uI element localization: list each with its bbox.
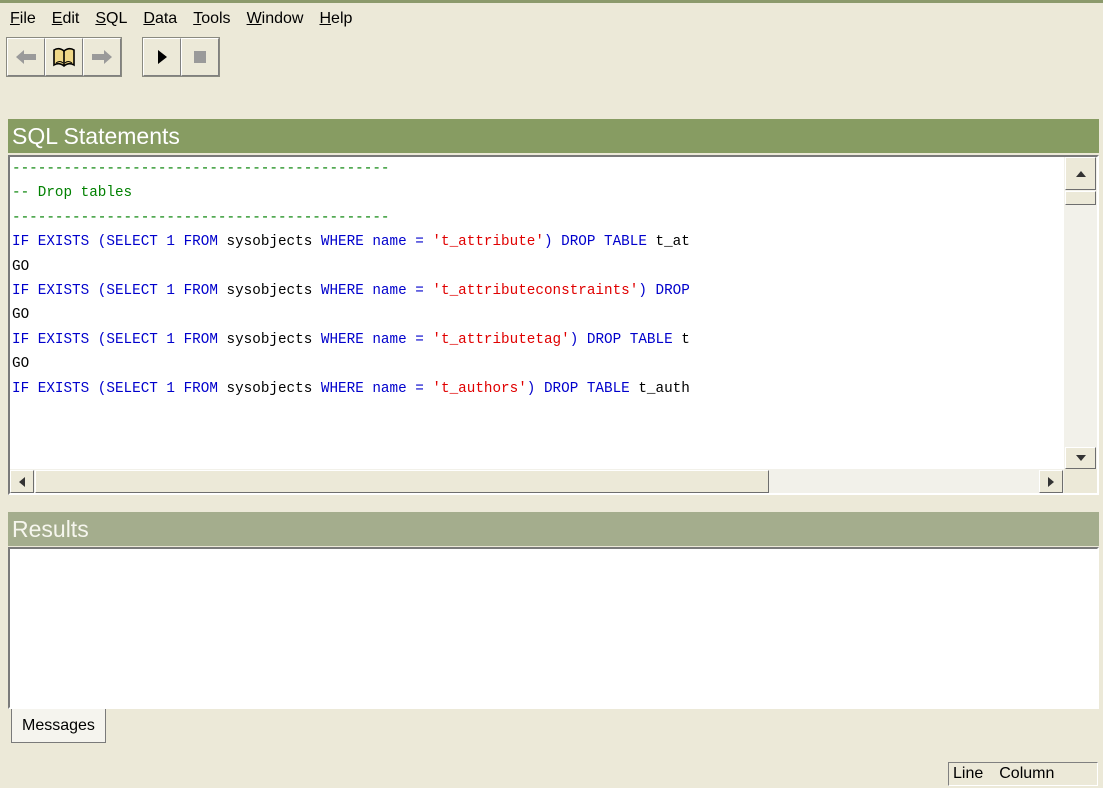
code-token-plain: t	[681, 331, 690, 348]
code-token-plain: sysobjects	[226, 380, 321, 397]
forward-button[interactable]	[83, 38, 121, 76]
sql-editor-text[interactable]: ----------------------------------------…	[10, 157, 1065, 469]
code-token-plain: sysobjects	[226, 234, 321, 251]
menu-sql[interactable]: SQL	[87, 4, 135, 34]
status-bar: Line Column	[0, 758, 1103, 788]
code-token-comment: ----------------------------------------…	[12, 209, 390, 226]
menu-file[interactable]: File	[0, 4, 44, 34]
back-arrow-icon	[16, 50, 36, 64]
menu-edit-label: dit	[62, 10, 80, 27]
results-pane[interactable]	[8, 547, 1099, 709]
navigation-button-group	[6, 37, 122, 77]
code-line: GO	[12, 303, 1065, 327]
code-token-kw: WHERE name =	[320, 234, 433, 251]
menu-edit-accel: E	[51, 10, 63, 27]
code-line: -- Drop tables	[12, 181, 1065, 205]
column-label: Column	[999, 765, 1055, 782]
toolbar	[6, 36, 220, 78]
menu-sql-label: QL	[106, 10, 128, 27]
stop-icon	[194, 51, 206, 63]
code-token-kw: ) DROP TABLE	[526, 380, 639, 397]
menu-data-accel: D	[143, 10, 155, 27]
code-token-str: 't_attribute'	[432, 234, 544, 251]
code-token-comment: ----------------------------------------…	[12, 161, 390, 177]
forward-arrow-icon	[92, 50, 112, 64]
code-token-str: 't_attributetag'	[432, 331, 570, 348]
code-token-kw: ) DROP TABLE	[569, 331, 682, 348]
menu-data-label: ata	[154, 10, 178, 27]
code-line: IF EXISTS (SELECT 1 FROM sysobjects WHER…	[12, 230, 1065, 254]
scroll-left-button[interactable]	[10, 470, 34, 493]
scroll-right-button[interactable]	[1039, 470, 1063, 493]
code-token-plain: sysobjects	[226, 282, 321, 299]
code-token-plain: GO	[12, 258, 30, 275]
up-arrow-icon	[1075, 170, 1086, 177]
sql-editor[interactable]: ----------------------------------------…	[8, 155, 1099, 495]
code-token-kw: WHERE name =	[320, 282, 433, 299]
menu-help[interactable]: Help	[311, 4, 360, 34]
code-line: GO	[12, 255, 1065, 279]
right-arrow-icon	[1048, 476, 1054, 487]
code-token-kw: IF EXISTS (SELECT 1 FROM	[12, 380, 227, 397]
left-arrow-icon	[19, 476, 25, 487]
menu-window-label: indow	[261, 10, 304, 27]
scrollbar-corner	[1064, 469, 1097, 493]
horizontal-scrollbar[interactable]	[10, 469, 1097, 493]
menu-window-accel: W	[246, 10, 262, 27]
menu-help-label: elp	[331, 10, 353, 27]
results-header: Results	[8, 512, 1099, 546]
code-token-kw: IF EXISTS (SELECT 1 FROM	[12, 331, 227, 348]
stop-button[interactable]	[181, 38, 219, 76]
horizontal-scroll-thumb[interactable]	[35, 470, 769, 493]
menu-edit[interactable]: Edit	[44, 4, 88, 34]
code-line: GO	[12, 352, 1065, 376]
code-token-kw: WHERE name =	[320, 331, 433, 348]
code-line: IF EXISTS (SELECT 1 FROM sysobjects WHER…	[12, 328, 1065, 352]
menu-file-label: ile	[19, 10, 36, 27]
run-button[interactable]	[143, 38, 181, 76]
code-token-kw: ) DROP	[638, 282, 690, 299]
code-token-kw: WHERE name =	[320, 380, 433, 397]
scroll-up-button[interactable]	[1065, 157, 1096, 190]
down-arrow-icon	[1075, 455, 1086, 461]
menu-sql-accel: S	[95, 10, 107, 27]
code-token-plain: t_at	[655, 234, 690, 251]
book-icon	[53, 47, 75, 68]
code-line: IF EXISTS (SELECT 1 FROM sysobjects WHER…	[12, 377, 1065, 401]
code-line: IF EXISTS (SELECT 1 FROM sysobjects WHER…	[12, 279, 1065, 303]
vertical-scroll-thumb[interactable]	[1065, 191, 1096, 205]
code-token-comment: -- Drop tables	[12, 185, 133, 202]
code-token-kw: ) DROP TABLE	[543, 234, 656, 251]
cursor-position-panel: Line Column	[948, 762, 1098, 786]
sql-statements-header: SQL Statements	[8, 119, 1099, 153]
vertical-scrollbar[interactable]	[1064, 157, 1097, 469]
scroll-down-button[interactable]	[1065, 447, 1096, 469]
code-token-plain: sysobjects	[226, 331, 321, 348]
menu-tools-label: ools	[201, 10, 231, 27]
code-line: ----------------------------------------…	[12, 157, 1065, 181]
menu-data[interactable]: Data	[135, 4, 185, 34]
code-token-kw: IF EXISTS (SELECT 1 FROM	[12, 282, 227, 299]
line-label: Line	[953, 765, 984, 782]
menu-bar: File Edit SQL Data Tools Window Help	[0, 4, 1103, 34]
code-token-plain: GO	[12, 307, 30, 324]
back-button[interactable]	[7, 38, 45, 76]
tab-messages[interactable]: Messages	[11, 709, 106, 743]
code-token-str: 't_authors'	[432, 380, 527, 397]
menu-tools[interactable]: Tools	[185, 4, 238, 34]
menu-file-accel: F	[10, 10, 20, 27]
code-line: ----------------------------------------…	[12, 206, 1065, 230]
code-token-str: 't_attributeconstraints'	[432, 282, 639, 299]
code-token-plain: t_auth	[638, 380, 690, 397]
execution-button-group	[142, 37, 220, 77]
menu-tools-accel: T	[193, 10, 202, 27]
code-token-kw: IF EXISTS (SELECT 1 FROM	[12, 234, 227, 251]
run-icon	[158, 50, 167, 64]
history-button[interactable]	[45, 38, 83, 76]
menu-help-accel: H	[319, 10, 332, 27]
window-top-border	[0, 0, 1103, 3]
code-token-plain: GO	[12, 356, 30, 373]
menu-window[interactable]: Window	[239, 4, 312, 34]
